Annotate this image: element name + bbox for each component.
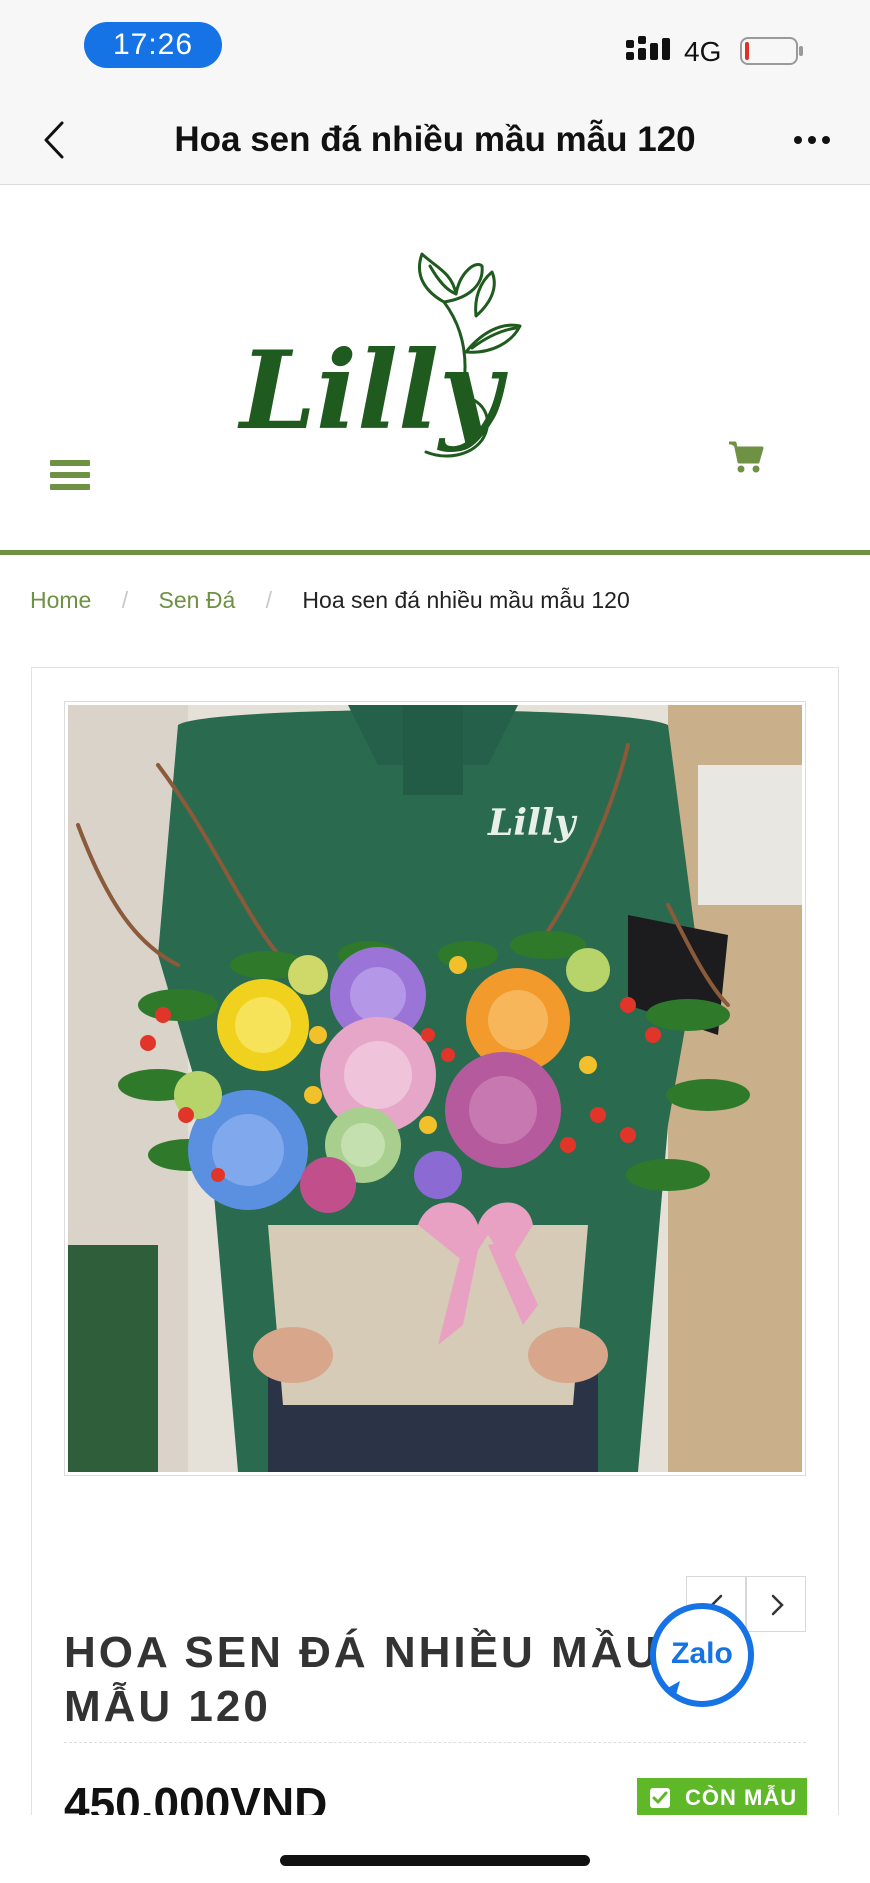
zalo-chat-button[interactable]: Zalo <box>650 1603 754 1707</box>
status-bar: 17:26 4G <box>0 0 870 95</box>
ellipsis-icon[interactable] <box>792 133 832 147</box>
chevron-left-icon[interactable] <box>40 119 70 161</box>
battery-icon <box>740 37 803 65</box>
breadcrumb: Home / Sen Đá / Hoa sen đá nhiều mầu mẫu… <box>30 584 630 616</box>
slider-next-button[interactable] <box>746 1576 806 1632</box>
home-indicator[interactable] <box>280 1855 590 1866</box>
title-divider <box>64 1742 806 1743</box>
breadcrumb-separator: / <box>265 587 273 613</box>
shopping-cart-icon[interactable] <box>728 440 764 474</box>
svg-text:Lilly: Lilly <box>487 802 577 844</box>
logo-wordmark: Lilly <box>237 328 508 454</box>
status-time: 17:26 <box>84 22 222 68</box>
header-divider <box>0 550 870 555</box>
stock-status-badge: CÒN MẪU <box>637 1778 807 1818</box>
flower-basket-photo: Lilly <box>68 705 802 1472</box>
signal-icon <box>626 36 670 60</box>
nav-bar: Hoa sen đá nhiều mầu mẫu 120 <box>0 95 870 185</box>
breadcrumb-home[interactable]: Home <box>30 587 91 613</box>
hamburger-menu-icon[interactable] <box>50 458 90 492</box>
site-header: Lilly <box>0 186 870 550</box>
chevron-right-icon <box>771 1594 784 1616</box>
bottom-safe-area <box>0 1815 870 1883</box>
page-title: Hoa sen đá nhiều mầu mẫu 120 <box>174 120 696 159</box>
breadcrumb-category[interactable]: Sen Đá <box>159 587 236 613</box>
stock-status-label: CÒN MẪU <box>685 1785 798 1810</box>
check-square-icon <box>650 1788 670 1808</box>
breadcrumb-current: Hoa sen đá nhiều mầu mẫu 120 <box>302 587 630 613</box>
lilly-logo[interactable]: Lilly <box>230 236 630 486</box>
network-label: 4G <box>684 36 722 67</box>
product-image-frame[interactable]: Lilly <box>64 701 806 1476</box>
breadcrumb-separator: / <box>121 587 129 613</box>
zalo-label: Zalo <box>671 1637 733 1670</box>
